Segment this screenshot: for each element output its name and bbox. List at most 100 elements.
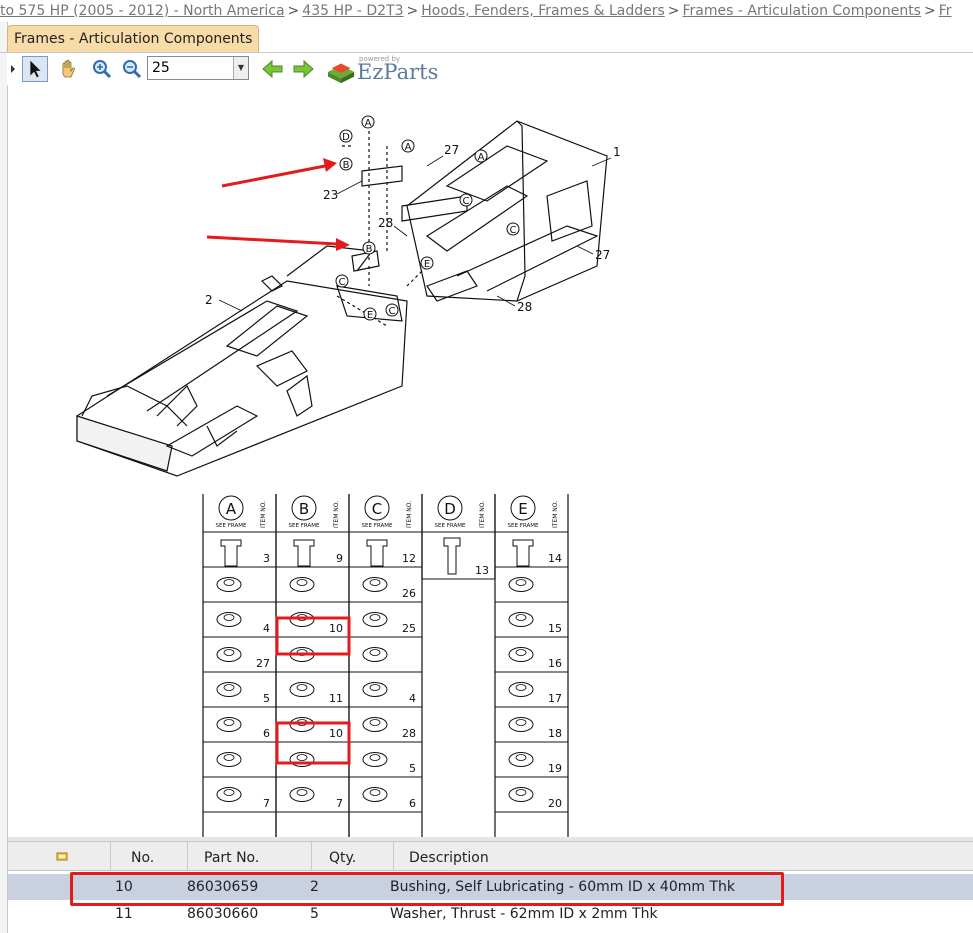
table-row[interactable]: 10 86030659 2 Bushing, Self Lubricating … [8, 874, 973, 900]
legend-part-icon [369, 614, 381, 621]
legend-part-icon [296, 684, 308, 691]
svg-text:D: D [342, 132, 350, 143]
zoom-out-icon[interactable] [119, 56, 145, 82]
legend-part-icon [223, 649, 235, 656]
legend-item-number: 6 [263, 727, 270, 740]
tab-bar: Frames - Articulation Components [0, 22, 973, 53]
legend-item-no-label: ITEM NO. [479, 501, 486, 528]
svg-text:A: A [405, 142, 412, 153]
legend-see-frame: SEE FRAME [435, 523, 466, 529]
legend-part-icon [223, 719, 235, 726]
row-description: Washer, Thrust - 62mm ID x 2mm Thk [390, 906, 658, 922]
legend-part-icon [369, 789, 381, 796]
svg-text:A: A [478, 152, 485, 163]
legend-item-number: 18 [548, 727, 562, 740]
svg-text:C: C [510, 225, 517, 236]
cart-icon [56, 852, 68, 861]
breadcrumb-link-engine[interactable]: 435 HP - D2T3 [302, 3, 403, 19]
legend-see-frame: SEE FRAME [289, 523, 320, 529]
item-label: 27 [595, 248, 610, 262]
legend-letter: A [226, 500, 237, 518]
row-no: 11 [115, 906, 133, 922]
table-row[interactable]: 11 86030660 5 Washer, Thrust - 62mm ID x… [8, 901, 973, 927]
legend-part-icon [223, 684, 235, 691]
legend-item-number: 15 [548, 622, 562, 635]
back-arrow-icon[interactable] [260, 56, 286, 82]
legend-part-icon [515, 614, 527, 621]
legend-item-number: 9 [336, 552, 343, 565]
grid-header-part-no[interactable]: Part No. [188, 842, 312, 870]
legend-letter: B [299, 500, 309, 518]
legend-item-number: 4 [263, 622, 270, 635]
legend-item-number: 28 [402, 727, 416, 740]
legend-item-number: 14 [548, 552, 562, 565]
item-label: 28 [378, 216, 393, 230]
legend-part-icon [369, 754, 381, 761]
item-label: 28 [517, 300, 532, 314]
legend-part-icon [515, 579, 527, 586]
legend-part-icon [515, 754, 527, 761]
callout-a: A [401, 139, 415, 153]
legend-item-number: 3 [263, 552, 270, 565]
legend-item-number: 20 [548, 797, 562, 810]
pointer-tool-button[interactable] [22, 56, 48, 82]
legend-letter: D [444, 500, 456, 518]
breadcrumb-separator: > [667, 3, 680, 19]
breadcrumb-separator: > [406, 3, 419, 19]
breadcrumb-separator: > [287, 3, 300, 19]
callout-d: D [339, 129, 353, 143]
forward-arrow-icon[interactable] [290, 56, 316, 82]
legend-part-icon [293, 539, 315, 567]
grid-header-qty[interactable]: Qty. [312, 842, 394, 870]
ezparts-wordmark: EzParts [357, 60, 439, 84]
legend-item-number: 19 [548, 762, 562, 775]
grid-header-no[interactable]: No. [111, 842, 188, 870]
legend-part-icon [515, 649, 527, 656]
grid-header-description[interactable]: Description [394, 842, 973, 870]
viewer-toolbar: ▼ powered by EzParts [7, 53, 973, 85]
callout-a: A [361, 115, 375, 129]
svg-text:E: E [424, 259, 430, 270]
ezparts-logo: powered by EzParts [325, 55, 439, 85]
zoom-level-input[interactable] [150, 58, 234, 78]
svg-text:C: C [389, 306, 396, 317]
parts-list-grid: No. Part No. Qty. Description 10 8603065… [8, 841, 973, 933]
svg-text:C: C [463, 196, 470, 207]
legend-see-frame: SEE FRAME [216, 523, 247, 529]
svg-text:A: A [365, 118, 372, 129]
ezparts-logo-icon [328, 63, 355, 84]
legend-part-icon [369, 684, 381, 691]
breadcrumb-link-truncated[interactable]: Fr [939, 3, 952, 19]
legend-part-icon [223, 754, 235, 761]
svg-text:B: B [343, 160, 350, 171]
breadcrumb-link-model[interactable]: to 575 HP (2005 - 2012) - North America [0, 3, 285, 19]
callout-c: C [335, 274, 349, 288]
breadcrumb-link-section[interactable]: Frames - Articulation Components [683, 3, 921, 19]
legend-letter: E [518, 500, 527, 518]
tab-frames-articulation[interactable]: Frames - Articulation Components [7, 25, 260, 52]
breadcrumb-link-category[interactable]: Hoods, Fenders, Frames & Ladders [421, 3, 665, 19]
legend-item-number: 12 [402, 552, 416, 565]
grid-header-icon-col[interactable] [8, 842, 111, 870]
chevron-down-icon[interactable]: ▼ [233, 57, 248, 79]
legend-part-icon [296, 789, 308, 796]
legend-part-icon [369, 579, 381, 586]
legend-item-number: 5 [409, 762, 416, 775]
svg-text:B: B [366, 244, 373, 255]
legend-part-icon [366, 539, 388, 567]
legend-part-icon [515, 684, 527, 691]
row-qty: 2 [310, 879, 319, 895]
item-label: 1 [613, 145, 621, 159]
breadcrumb: to 575 HP (2005 - 2012) - North America >… [0, 0, 973, 22]
item-label: 23 [323, 188, 338, 202]
pan-hand-icon[interactable] [55, 56, 81, 82]
zoom-level-combobox[interactable]: ▼ [147, 56, 249, 80]
item-label: 2 [205, 293, 213, 307]
legend-item-number: 4 [409, 692, 416, 705]
zoom-in-icon[interactable] [89, 56, 115, 82]
legend-item-no-label: ITEM NO. [552, 501, 559, 528]
parts-diagram-canvas[interactable]: A A A D B B C C C E E C 27 1 23 28 27 2 … [7, 86, 973, 838]
legend-item-number: 27 [256, 657, 270, 670]
legend-item-number: 25 [402, 622, 416, 635]
legend-part-icon [515, 719, 527, 726]
